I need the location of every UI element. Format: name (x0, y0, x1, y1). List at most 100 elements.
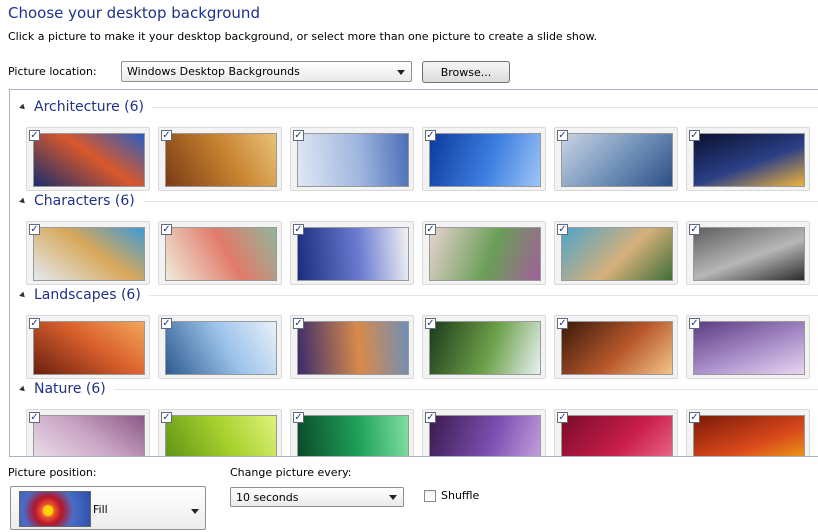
wallpaper-image (33, 227, 145, 281)
wallpaper-image (165, 321, 277, 375)
picture-location-value: Windows Desktop Backgrounds (127, 65, 300, 78)
group-header[interactable]: Landscapes (6) (10, 285, 818, 305)
thumbnail-checkbox[interactable]: ✓ (425, 318, 436, 329)
picture-position-dropdown[interactable]: Fill (10, 486, 206, 530)
thumbnail-checkbox[interactable]: ✓ (425, 412, 436, 423)
thumbnail-checkbox[interactable]: ✓ (689, 224, 700, 235)
collapse-triangle-icon[interactable] (19, 385, 27, 393)
wallpaper-image (561, 415, 673, 456)
thumbnail-checkbox[interactable]: ✓ (293, 412, 304, 423)
thumbnail-checkbox[interactable]: ✓ (557, 224, 568, 235)
wallpaper-thumbnail[interactable]: ✓ (422, 221, 546, 285)
thumbnail-checkbox[interactable]: ✓ (29, 130, 40, 141)
thumbnail-checkbox[interactable]: ✓ (689, 412, 700, 423)
wallpaper-image (165, 133, 277, 187)
page-title: Choose your desktop background (8, 4, 260, 22)
wallpaper-thumbnail[interactable]: ✓ (554, 127, 678, 191)
wallpaper-thumbnail[interactable]: ✓ (554, 221, 678, 285)
thumbnail-checkbox[interactable]: ✓ (161, 130, 172, 141)
chevron-down-icon (397, 69, 405, 75)
thumbnail-checkbox[interactable]: ✓ (293, 130, 304, 141)
thumbnail-checkbox[interactable]: ✓ (161, 318, 172, 329)
group-header[interactable]: Characters (6) (10, 191, 818, 211)
wallpaper-image (165, 227, 277, 281)
group-divider (113, 388, 818, 390)
thumbnail-checkbox[interactable]: ✓ (161, 412, 172, 423)
group-name: Architecture (6) (34, 99, 144, 115)
picture-location-dropdown[interactable]: Windows Desktop Backgrounds (121, 61, 412, 82)
collapse-triangle-icon[interactable] (19, 291, 27, 299)
picture-gallery[interactable]: Architecture (6) ✓ ✓ ✓ ✓ ✓ ✓ Characters (6) ✓ ✓ ✓ ✓… (9, 89, 818, 457)
group-header[interactable]: Nature (6) (10, 379, 818, 399)
group-name: Landscapes (6) (34, 287, 141, 303)
thumbnail-checkbox[interactable]: ✓ (29, 224, 40, 235)
thumbnail-checkbox[interactable]: ✓ (293, 318, 304, 329)
thumbnail-checkbox[interactable]: ✓ (29, 412, 40, 423)
wallpaper-thumbnail[interactable]: ✓ (26, 315, 150, 379)
wallpaper-image (297, 133, 409, 187)
group-divider (148, 294, 818, 296)
wallpaper-thumbnail[interactable]: ✓ (26, 127, 150, 191)
wallpaper-thumbnail[interactable]: ✓ (26, 221, 150, 285)
group-name: Nature (6) (34, 381, 106, 397)
group-divider (152, 106, 818, 108)
wallpaper-thumbnail[interactable]: ✓ (422, 127, 546, 191)
wallpaper-thumbnail[interactable]: ✓ (686, 127, 810, 191)
wallpaper-thumbnail[interactable]: ✓ (554, 315, 678, 379)
wallpaper-image (561, 321, 673, 375)
wallpaper-thumbnail[interactable]: ✓ (686, 221, 810, 285)
wallpaper-thumbnail[interactable]: ✓ (26, 409, 150, 456)
group-divider (142, 200, 818, 202)
wallpaper-image (33, 133, 145, 187)
thumbnail-checkbox[interactable]: ✓ (557, 318, 568, 329)
wallpaper-image (33, 415, 145, 456)
wallpaper-image (297, 415, 409, 456)
wallpaper-thumbnail[interactable]: ✓ (686, 409, 810, 456)
wallpaper-thumbnail[interactable]: ✓ (158, 409, 282, 456)
wallpaper-image (693, 227, 805, 281)
wallpaper-image (693, 133, 805, 187)
thumbnail-checkbox[interactable]: ✓ (557, 412, 568, 423)
thumbnail-checkbox[interactable]: ✓ (161, 224, 172, 235)
wallpaper-image (429, 415, 541, 456)
change-interval-dropdown[interactable]: 10 seconds (230, 487, 404, 507)
wallpaper-thumbnail[interactable]: ✓ (422, 409, 546, 456)
wallpaper-image (561, 133, 673, 187)
browse-button[interactable]: Browse... (422, 61, 510, 83)
wallpaper-image (297, 227, 409, 281)
group-name: Characters (6) (34, 193, 135, 209)
thumbnail-checkbox[interactable]: ✓ (425, 130, 436, 141)
wallpaper-thumbnail[interactable]: ✓ (158, 221, 282, 285)
page-subtitle: Click a picture to make it your desktop … (8, 30, 598, 43)
wallpaper-thumbnail[interactable]: ✓ (290, 221, 414, 285)
wallpaper-image (429, 321, 541, 375)
wallpaper-thumbnail[interactable]: ✓ (158, 315, 282, 379)
collapse-triangle-icon[interactable] (19, 103, 27, 111)
shuffle-checkbox[interactable] (424, 490, 436, 502)
picture-position-value: Fill (93, 503, 108, 516)
wallpaper-thumbnail[interactable]: ✓ (158, 127, 282, 191)
wallpaper-image (429, 133, 541, 187)
wallpaper-image (429, 227, 541, 281)
picture-position-label: Picture position: (8, 466, 97, 479)
wallpaper-thumbnail[interactable]: ✓ (686, 315, 810, 379)
thumbnail-checkbox[interactable]: ✓ (425, 224, 436, 235)
wallpaper-thumbnail[interactable]: ✓ (290, 315, 414, 379)
collapse-triangle-icon[interactable] (19, 197, 27, 205)
group-header[interactable]: Architecture (6) (10, 97, 818, 117)
chevron-down-icon (389, 495, 397, 500)
change-interval-value: 10 seconds (236, 490, 299, 504)
thumbnail-checkbox[interactable]: ✓ (689, 318, 700, 329)
wallpaper-thumbnail[interactable]: ✓ (290, 409, 414, 456)
wallpaper-thumbnail[interactable]: ✓ (422, 315, 546, 379)
wallpaper-thumbnail[interactable]: ✓ (554, 409, 678, 456)
thumbnail-checkbox[interactable]: ✓ (29, 318, 40, 329)
wallpaper-image (297, 321, 409, 375)
thumbnail-checkbox[interactable]: ✓ (689, 130, 700, 141)
wallpaper-image (561, 227, 673, 281)
wallpaper-image (165, 415, 277, 456)
thumbnail-checkbox[interactable]: ✓ (293, 224, 304, 235)
chevron-down-icon (191, 509, 199, 514)
thumbnail-checkbox[interactable]: ✓ (557, 130, 568, 141)
wallpaper-thumbnail[interactable]: ✓ (290, 127, 414, 191)
